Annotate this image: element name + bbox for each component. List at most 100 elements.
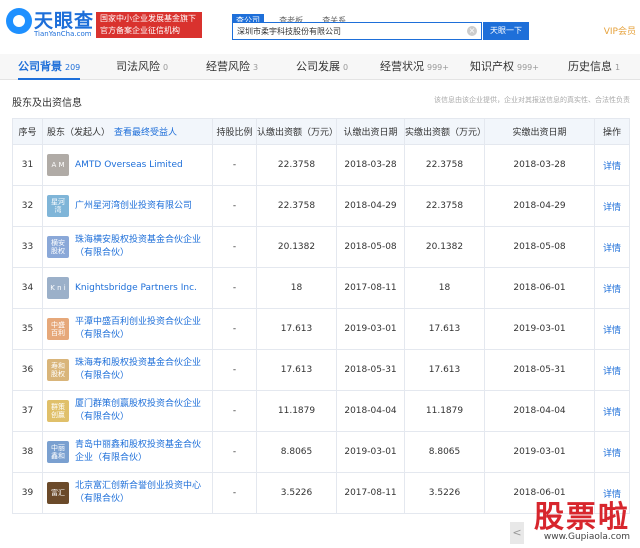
paid-amount: 22.3758 <box>404 144 485 186</box>
logo-subtitle: TianYanCha.com <box>34 30 92 38</box>
clear-icon[interactable]: × <box>467 26 477 36</box>
promo-banner[interactable]: 国家中小企业发展基金旗下 官方备案企业征信机构 <box>96 12 202 38</box>
paid-amount: 8.8065 <box>404 431 485 473</box>
row-index: 37 <box>12 390 43 432</box>
tab-count: 3 <box>253 63 259 72</box>
holder-cell: 群策创赢 厦门群策创赢股权投资合伙企业（有限合伙） <box>42 390 213 432</box>
watermark: 股票啦 www.Gupiaola.com <box>534 492 630 542</box>
tab-count: 999+ <box>517 63 539 72</box>
subscribed-amount: 18 <box>256 267 337 309</box>
table-row: 37 群策创赢 厦门群策创赢股权投资合伙企业（有限合伙） -11.1879 2018-0… <box>12 390 630 432</box>
subscribed-amount: 17.613 <box>256 349 337 391</box>
shareholder-name-link[interactable]: 平潭中盛百利创业投资合伙企业（有限合伙） <box>75 316 208 342</box>
paid-date: 2019-03-01 <box>484 308 595 350</box>
share-ratio: - <box>212 144 257 186</box>
company-logo-icon: 星河湾 <box>47 195 69 217</box>
search-box: × <box>232 22 482 40</box>
table-row: 34 K n i Knightsbridge Partners Inc. -18 201… <box>12 267 630 309</box>
row-index: 34 <box>12 267 43 309</box>
col-header-subscribed-date: 认缴出资日期 <box>336 118 405 145</box>
table-row: 38 中丽鑫和 青岛中丽鑫和股权投资基金合伙企业（有限合伙） -8.8065 2019-… <box>12 431 630 473</box>
detail-cell: 详情 <box>594 144 630 186</box>
detail-cell: 详情 <box>594 226 630 268</box>
tab-label: 经营状况 <box>380 60 424 73</box>
vip-link[interactable]: VIP会员 <box>604 24 636 37</box>
tab-count: 999+ <box>427 63 449 72</box>
holder-cell: 寿和股权 珠海寿和股权投资基金合伙企业（有限合伙） <box>42 349 213 391</box>
row-index: 38 <box>12 431 43 473</box>
shareholder-name-link[interactable]: 厦门群策创赢股权投资合伙企业（有限合伙） <box>75 398 208 424</box>
col-header-ratio: 持股比例 <box>212 118 257 145</box>
col-header-paid-amount: 实缴出资额（万元） <box>404 118 486 145</box>
table-row: 31 A M AMTD Overseas Limited -22.3758 2018-0… <box>12 144 630 186</box>
shareholder-name-link[interactable]: Knightsbridge Partners Inc. <box>75 282 197 295</box>
tab-business-status[interactable]: 经营状况 999+ <box>380 54 449 80</box>
share-ratio: - <box>212 267 257 309</box>
detail-link[interactable]: 详情 <box>603 367 621 377</box>
tab-company-development[interactable]: 公司发展 0 <box>296 54 348 80</box>
col-header-index: 序号 <box>12 118 43 145</box>
paid-date: 2018-05-31 <box>484 349 595 391</box>
shareholder-table: 序号 股东（发起人） 查看最终受益人 持股比例 认缴出资额（万元） 认缴出资日期 … <box>12 118 630 514</box>
tab-history[interactable]: 历史信息 1 <box>568 54 620 80</box>
share-ratio: - <box>212 431 257 473</box>
shareholder-name-link[interactable]: 青岛中丽鑫和股权投资基金合伙企业（有限合伙） <box>75 439 208 465</box>
detail-cell: 详情 <box>594 390 630 432</box>
detail-link[interactable]: 详情 <box>603 203 621 213</box>
disclaimer-text: 该信息由该企业提供，企业对其报送信息的真实性、合法性负责 <box>434 96 630 104</box>
paid-date: 2018-03-28 <box>484 144 595 186</box>
subscribed-date: 2018-03-28 <box>336 144 405 186</box>
paid-amount: 11.1879 <box>404 390 485 432</box>
tab-operating-risk[interactable]: 经营风险 3 <box>206 54 258 80</box>
detail-link[interactable]: 详情 <box>603 244 621 254</box>
subscribed-amount: 17.613 <box>256 308 337 350</box>
share-ratio: - <box>212 472 257 514</box>
row-index: 32 <box>12 185 43 227</box>
subscribed-date: 2017-08-11 <box>336 267 405 309</box>
shareholder-name-link[interactable]: 北京富汇创新合誉创业投资中心（有限合伙） <box>75 480 208 506</box>
row-index: 35 <box>12 308 43 350</box>
table-row: 36 寿和股权 珠海寿和股权投资基金合伙企业（有限合伙） -17.613 2018-05… <box>12 349 630 391</box>
detail-link[interactable]: 详情 <box>603 408 621 418</box>
shareholder-name-link[interactable]: 珠海横安股权投资基金合伙企业（有限合伙） <box>75 234 208 260</box>
paid-amount: 17.613 <box>404 349 485 391</box>
search-button[interactable]: 天眼一下 <box>483 22 529 40</box>
tab-label: 经营风险 <box>206 60 250 73</box>
tab-intellectual-property[interactable]: 知识产权 999+ <box>470 54 539 80</box>
subscribed-amount: 8.8065 <box>256 431 337 473</box>
company-logo-icon: 富汇 <box>47 482 69 504</box>
holder-cell: 中盛百利 平潭中盛百利创业投资合伙企业（有限合伙） <box>42 308 213 350</box>
col-header-subscribed-amount: 认缴出资额（万元） <box>256 118 338 145</box>
shareholder-name-link[interactable]: AMTD Overseas Limited <box>75 159 183 172</box>
detail-cell: 详情 <box>594 308 630 350</box>
detail-cell: 详情 <box>594 431 630 473</box>
tab-count: 0 <box>343 63 349 72</box>
subscribed-date: 2018-05-08 <box>336 226 405 268</box>
paid-date: 2018-05-08 <box>484 226 595 268</box>
subscribed-date: 2018-05-31 <box>336 349 405 391</box>
shareholder-name-link[interactable]: 珠海寿和股权投资基金合伙企业（有限合伙） <box>75 357 208 383</box>
tab-label: 历史信息 <box>568 60 612 73</box>
table-row: 33 横安股权 珠海横安股权投资基金合伙企业（有限合伙） -20.1382 2018-0… <box>12 226 630 268</box>
paid-amount: 17.613 <box>404 308 485 350</box>
chevron-left-icon[interactable]: < <box>510 522 524 544</box>
paid-amount: 18 <box>404 267 485 309</box>
tab-company-background[interactable]: 公司背景 209 <box>18 54 81 80</box>
search-input[interactable] <box>237 25 463 38</box>
holder-cell: 中丽鑫和 青岛中丽鑫和股权投资基金合伙企业（有限合伙） <box>42 431 213 473</box>
table-header-row: 序号 股东（发起人） 查看最终受益人 持股比例 认缴出资额（万元） 认缴出资日期 … <box>12 118 630 145</box>
subscribed-amount: 20.1382 <box>256 226 337 268</box>
detail-link[interactable]: 详情 <box>603 326 621 336</box>
beneficiary-link[interactable]: 查看最终受益人 <box>114 128 177 138</box>
detail-link[interactable]: 详情 <box>603 162 621 172</box>
share-ratio: - <box>212 185 257 227</box>
detail-link[interactable]: 详情 <box>603 285 621 295</box>
shareholder-name-link[interactable]: 广州星河湾创业投资有限公司 <box>75 200 192 213</box>
watermark-logo: 股票啦 <box>534 500 630 535</box>
tab-legal-risk[interactable]: 司法风险 0 <box>116 54 168 80</box>
detail-link[interactable]: 详情 <box>603 449 621 459</box>
share-ratio: - <box>212 226 257 268</box>
top-header: 天眼查 TianYanCha.com 国家中小企业发展基金旗下 官方备案企业征信… <box>0 0 640 50</box>
col-header-holder: 股东（发起人） 查看最终受益人 <box>42 118 213 145</box>
detail-cell: 详情 <box>594 185 630 227</box>
